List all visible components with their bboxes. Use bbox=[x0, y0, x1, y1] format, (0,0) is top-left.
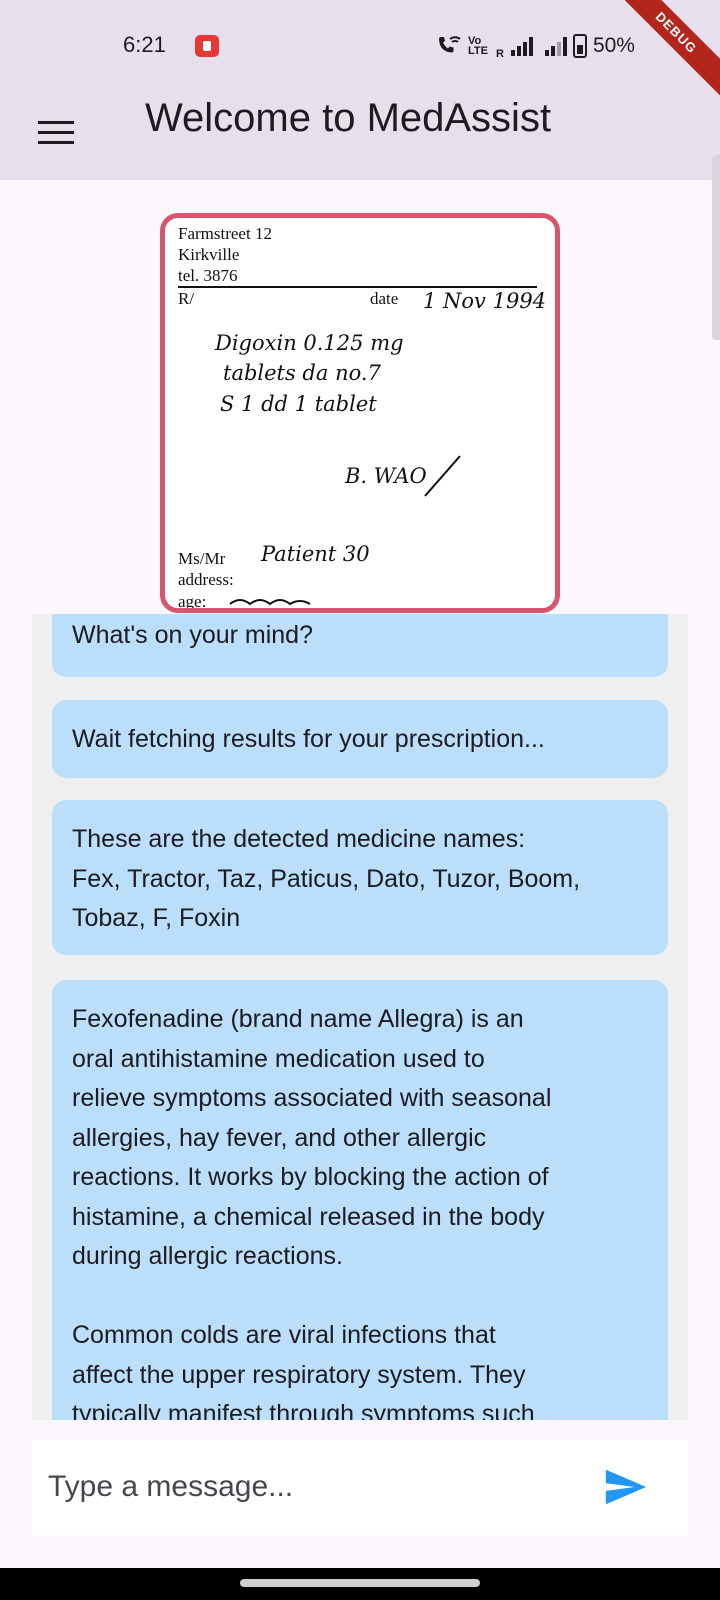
roaming-label: R bbox=[496, 48, 504, 60]
volte-icon: Vo LTE bbox=[468, 36, 490, 57]
status-icons: Vo LTE R 50% bbox=[436, 32, 635, 60]
rx-line-2: tablets da no.7 bbox=[223, 361, 382, 385]
chat-message-list[interactable]: What's on your mind? Wait fetching resul… bbox=[32, 614, 688, 1420]
page-title: Welcome to MedAssist bbox=[145, 96, 552, 140]
rx-address-label: address: bbox=[178, 570, 234, 589]
message-input[interactable] bbox=[48, 1462, 588, 1512]
chat-message: Fexofenadine (brand name Allegra) is an … bbox=[52, 980, 668, 1420]
rx-line-1: Digoxin 0.125 mg bbox=[214, 331, 404, 355]
rx-label: R/ bbox=[178, 289, 194, 308]
rx-address-line-1: Farmstreet 12 bbox=[178, 224, 272, 243]
signal-strength-icon-1 bbox=[510, 36, 533, 56]
rx-signature: B. WAO bbox=[344, 464, 427, 488]
rx-patient-label: Ms/Mr bbox=[178, 549, 226, 568]
chat-message: What's on your mind? bbox=[52, 614, 668, 677]
status-bar: 6:21 Vo LTE R 50% bbox=[0, 0, 720, 92]
system-navigation-bar bbox=[0, 1568, 720, 1600]
rx-address-line-2: Kirkville bbox=[178, 245, 239, 264]
screen-record-icon bbox=[195, 35, 219, 57]
prescription-image: Farmstreet 12 Kirkville tel. 3876 R/ dat… bbox=[160, 213, 560, 613]
battery-icon bbox=[572, 34, 587, 58]
hamburger-menu-icon[interactable] bbox=[38, 114, 74, 150]
status-time: 6:21 bbox=[123, 32, 166, 57]
rx-patient-value: Patient 30 bbox=[260, 542, 370, 566]
rx-phone: tel. 3876 bbox=[178, 266, 238, 285]
send-icon[interactable] bbox=[602, 1464, 648, 1510]
rx-date-value: 1 Nov 1994 bbox=[423, 289, 546, 313]
battery-percentage: 50% bbox=[592, 34, 635, 57]
wifi-calling-icon bbox=[436, 35, 462, 57]
rx-date-label: date bbox=[370, 289, 398, 308]
volte-bottom-label: LTE bbox=[468, 45, 488, 57]
rx-age-label: age: bbox=[178, 592, 206, 608]
message-composer bbox=[32, 1440, 688, 1535]
rx-line-3: S 1 dd 1 tablet bbox=[220, 392, 377, 416]
signal-strength-icon-2 bbox=[544, 36, 567, 56]
home-gesture-handle[interactable] bbox=[240, 1579, 480, 1587]
chat-message: These are the detected medicine names: F… bbox=[52, 800, 668, 955]
chat-message: Wait fetching results for your prescript… bbox=[52, 700, 668, 778]
scroll-indicator bbox=[712, 155, 720, 340]
